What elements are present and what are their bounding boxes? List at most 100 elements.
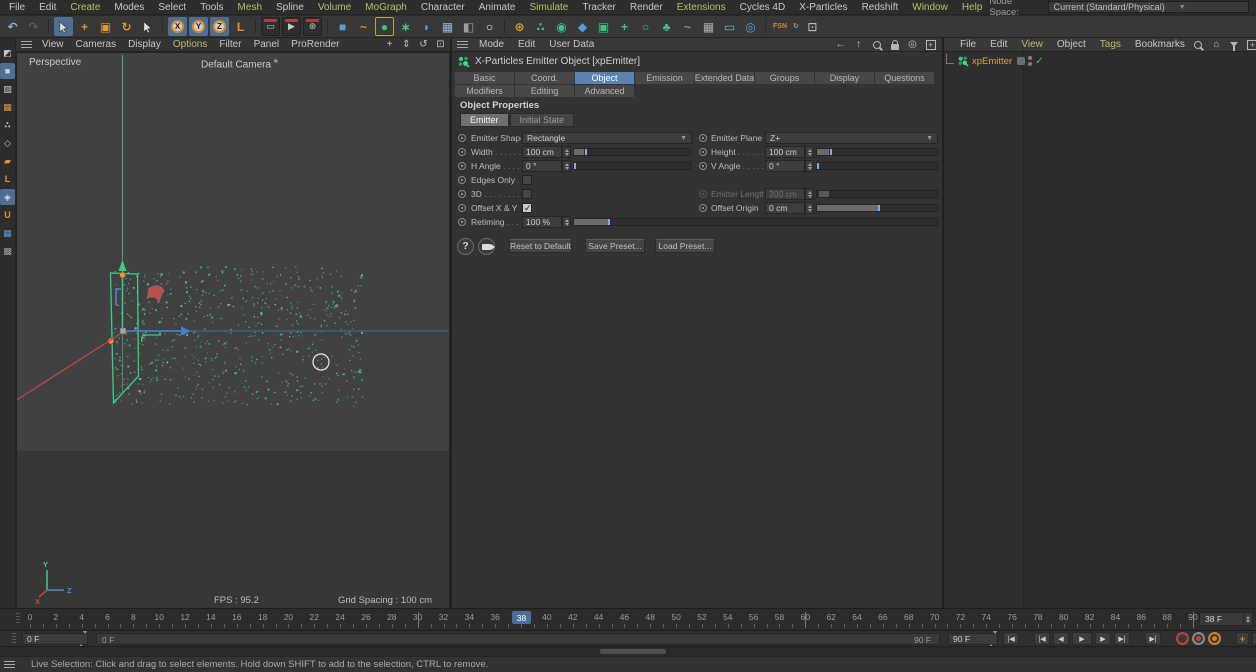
- fsn-toggle[interactable]: FSN: [771, 17, 789, 36]
- z-axis-arrow[interactable]: [181, 326, 191, 336]
- offset-xy-checkbox[interactable]: [522, 203, 532, 214]
- workplane-icon[interactable]: ⊡: [803, 17, 822, 36]
- dolly-view-icon[interactable]: ⇕: [400, 39, 413, 51]
- horizontal-scrollbar[interactable]: [0, 646, 1256, 656]
- filter-icon[interactable]: [1228, 39, 1241, 51]
- layer-toggle[interactable]: [1017, 57, 1026, 65]
- retiming-stepper[interactable]: [562, 216, 571, 228]
- ruler-frame-number[interactable]: 50: [671, 612, 680, 622]
- sync-icon[interactable]: ↻: [791, 17, 801, 36]
- viewport-scene[interactable]: Y Z X: [17, 53, 449, 607]
- plane-handle-blue[interactable]: [115, 288, 121, 305]
- range-end-stepper[interactable]: [989, 631, 997, 647]
- lock-y-axis-button[interactable]: Y: [189, 17, 208, 36]
- ruler-frame-number[interactable]: 14: [206, 612, 215, 622]
- menu-help[interactable]: Help: [955, 2, 990, 13]
- coordinate-system-toggle[interactable]: L: [231, 17, 250, 36]
- ruler-frame-number[interactable]: 80: [1059, 612, 1068, 622]
- search-icon[interactable]: [1192, 39, 1205, 51]
- ruler-frame-number[interactable]: 48: [646, 612, 655, 622]
- key-position-toggle[interactable]: +: [1236, 632, 1249, 645]
- add-generator-button[interactable]: ●: [375, 17, 394, 36]
- menu-x-particles[interactable]: X-Particles: [792, 2, 854, 13]
- attr-menu-user-data[interactable]: User Data: [542, 39, 601, 50]
- lock-x-axis-button[interactable]: X: [168, 17, 187, 36]
- preview-range-bar[interactable]: 0 F 90 F: [96, 633, 940, 645]
- view-label[interactable]: Perspective: [29, 57, 81, 68]
- object-name[interactable]: xpEmitter: [972, 56, 1012, 67]
- add-deformer-button[interactable]: ∗: [396, 17, 415, 36]
- subtab-initial-state[interactable]: Initial State: [509, 113, 575, 127]
- save-preset-button[interactable]: Save Preset...: [585, 239, 645, 253]
- workplane-mode-button[interactable]: ▦: [0, 99, 15, 115]
- last-used-tool[interactable]: [138, 17, 157, 36]
- next-key-button[interactable]: ▶|: [1114, 632, 1130, 645]
- menu-tracker[interactable]: Tracker: [575, 2, 623, 13]
- new-panel-icon[interactable]: +: [924, 39, 937, 51]
- add-field-button[interactable]: ◗: [417, 17, 436, 36]
- offset-origin-input[interactable]: 0 cm: [765, 202, 805, 214]
- om-menu-edit[interactable]: Edit: [983, 39, 1014, 50]
- tab-editing[interactable]: Editing: [515, 85, 574, 97]
- v-angle-slider[interactable]: [816, 162, 938, 170]
- texture-mode-button[interactable]: ▨: [0, 81, 15, 97]
- xp-emitter-icon[interactable]: ◉: [552, 17, 571, 36]
- tab-groups[interactable]: Groups: [755, 72, 814, 84]
- viewport-menu-cameras[interactable]: Cameras: [70, 39, 123, 50]
- frame-stepper[interactable]: [1243, 613, 1252, 625]
- pan-view-icon[interactable]: +: [383, 39, 396, 51]
- viewport-menu-display[interactable]: Display: [122, 39, 167, 50]
- render-picture-viewer-button[interactable]: ▶: [282, 17, 301, 36]
- ruler-frame-number[interactable]: 68: [904, 612, 913, 622]
- anim-knob-icon[interactable]: [458, 176, 466, 184]
- viewport-menu-filter[interactable]: Filter: [213, 39, 247, 50]
- y-axis-arrow[interactable]: [118, 260, 127, 271]
- xp-help-button[interactable]: ?: [457, 238, 474, 255]
- anim-knob-icon[interactable]: [699, 148, 707, 156]
- selection-brush-circle[interactable]: [312, 353, 330, 371]
- ruler-frame-number[interactable]: 62: [826, 612, 835, 622]
- ruler-frame-number[interactable]: 8: [131, 612, 136, 622]
- om-menu-view[interactable]: View: [1014, 39, 1050, 50]
- ruler-frame-number[interactable]: 54: [723, 612, 732, 622]
- menu-extensions[interactable]: Extensions: [670, 2, 733, 13]
- menu-redshift[interactable]: Redshift: [855, 2, 906, 13]
- anim-knob-icon[interactable]: [458, 148, 466, 156]
- xp-generator-icon[interactable]: ▣: [594, 17, 613, 36]
- xp-light-icon[interactable]: ○: [636, 17, 655, 36]
- plane-handle-red[interactable]: [147, 285, 164, 303]
- anim-knob-icon[interactable]: [699, 134, 707, 142]
- hamburger-icon[interactable]: [4, 661, 15, 668]
- tab-advanced[interactable]: Advanced: [575, 85, 634, 97]
- add-keyframe-button[interactable]: [1176, 632, 1189, 645]
- search-icon[interactable]: [870, 39, 883, 51]
- polygons-mode-button[interactable]: ▰: [0, 153, 15, 169]
- camera-label[interactable]: Default Camera ∗: [201, 57, 279, 70]
- scale-tool[interactable]: ▣: [96, 17, 115, 36]
- keyframe-selection-button[interactable]: [1208, 632, 1221, 645]
- ruler-frame-number[interactable]: 78: [1033, 612, 1042, 622]
- rotate-tool[interactable]: ↻: [117, 17, 136, 36]
- menu-volume[interactable]: Volume: [311, 2, 358, 13]
- xp-box-icon[interactable]: ▭: [720, 17, 739, 36]
- ruler-frame-number[interactable]: 2: [53, 612, 58, 622]
- attr-menu-edit[interactable]: Edit: [511, 39, 542, 50]
- ruler-frame-number[interactable]: 4: [79, 612, 84, 622]
- move-tool[interactable]: +: [75, 17, 94, 36]
- render-view-button[interactable]: ▭: [261, 17, 280, 36]
- ruler-frame-number[interactable]: 42: [568, 612, 577, 622]
- enabled-check-icon[interactable]: ✓: [1035, 56, 1043, 67]
- focus-icon[interactable]: ◎: [906, 39, 919, 51]
- ruler-frame-number[interactable]: 20: [284, 612, 293, 622]
- width-input[interactable]: 100 cm: [522, 146, 562, 158]
- attr-menu-mode[interactable]: Mode: [472, 39, 511, 50]
- om-menu-object[interactable]: Object: [1050, 39, 1093, 50]
- emitter-plane-select[interactable]: Z+ ▼: [765, 132, 938, 144]
- goto-start-button[interactable]: |◀: [1003, 632, 1019, 645]
- reset-to-default-button[interactable]: Reset to Default: [509, 239, 572, 253]
- ruler-frame-number[interactable]: 56: [749, 612, 758, 622]
- tab-extended-data[interactable]: Extended Data: [695, 72, 754, 84]
- range-end-field[interactable]: 90 F: [948, 631, 998, 647]
- range-start-stepper[interactable]: [79, 631, 87, 647]
- next-frame-button[interactable]: ▶: [1095, 632, 1111, 645]
